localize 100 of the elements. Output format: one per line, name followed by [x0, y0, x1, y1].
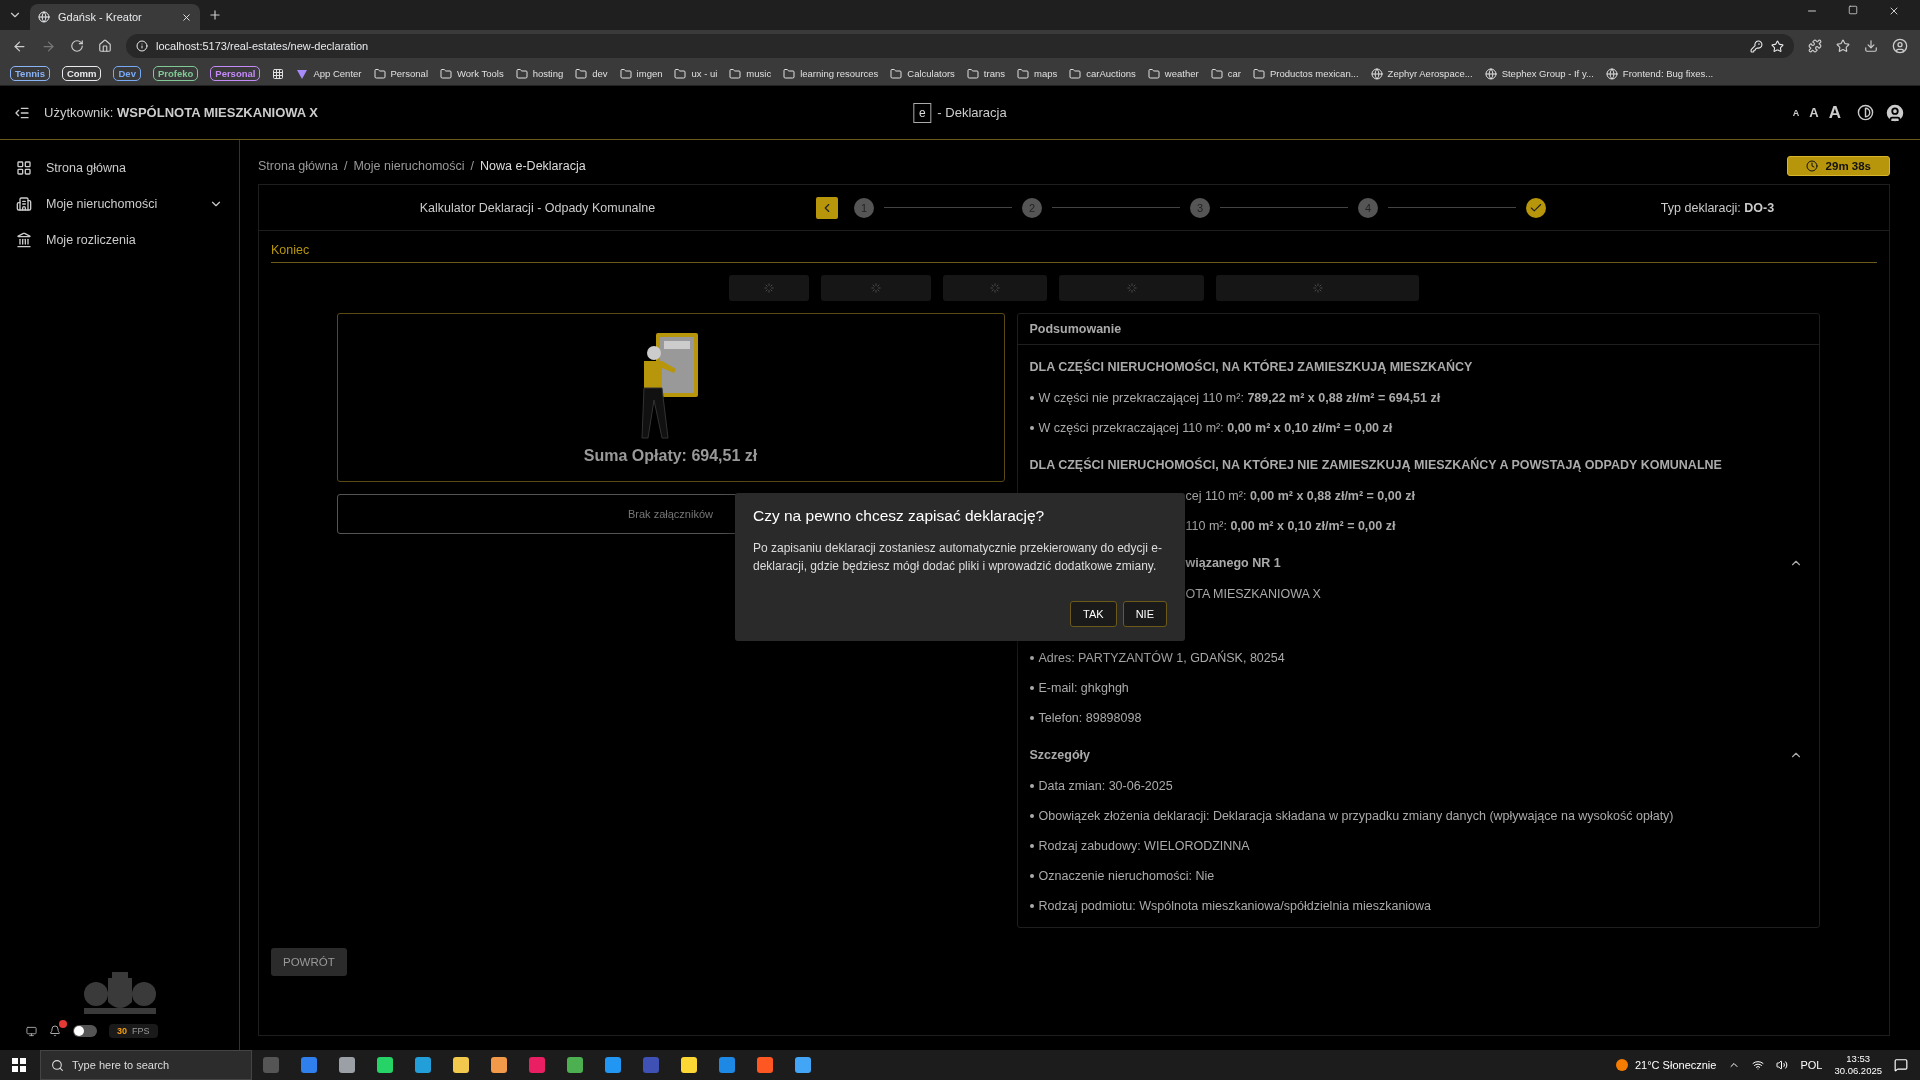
bookmark-link[interactable]: imgen — [636, 68, 663, 79]
taskbar-search-field[interactable]: Type here to search — [40, 1050, 252, 1080]
bookmark-link[interactable]: maps — [1034, 68, 1058, 79]
bullet-icon — [1029, 396, 1034, 400]
previous-step-button[interactable] — [816, 196, 838, 219]
tab-group-chip[interactable]: Comm — [61, 66, 102, 81]
user-avatar-icon[interactable] — [1884, 101, 1906, 124]
bookmark-link[interactable]: Stephex Group - If y... — [1501, 68, 1594, 79]
sidebar-label: Moje nieruchomości — [46, 197, 159, 211]
reload-icon[interactable] — [70, 39, 84, 53]
app-tile-icon[interactable] — [529, 1057, 545, 1073]
bookmark-link[interactable]: Zephyr Aerospace... — [1387, 68, 1473, 79]
language-indicator[interactable]: POL — [1800, 1059, 1823, 1071]
bookmark-link[interactable]: carAuctions — [1086, 68, 1136, 79]
contrast-icon[interactable] — [1857, 104, 1874, 121]
screen-icon[interactable] — [26, 1025, 37, 1037]
summary-line: Data zmian: 30-06-2025 — [1038, 779, 1173, 793]
dialog-button[interactable]: TAK — [1070, 601, 1117, 627]
tab-group-chip[interactable]: Personal — [210, 66, 261, 81]
dialog-button[interactable]: NIE — [1122, 601, 1167, 627]
bookmark-link[interactable]: Calculators — [907, 68, 955, 79]
key-icon[interactable] — [1750, 39, 1763, 53]
volume-icon[interactable] — [1776, 1059, 1789, 1071]
app-tile-icon[interactable] — [681, 1057, 697, 1073]
app-tile-icon[interactable] — [301, 1057, 317, 1073]
star-icon[interactable] — [1771, 39, 1784, 53]
folder-icon — [515, 67, 528, 80]
folder-icon — [575, 67, 588, 80]
breadcrumb-link[interactable]: Moje nieruchomości — [353, 159, 465, 173]
extensions-icon[interactable] — [1808, 39, 1822, 53]
bullet-icon — [1029, 844, 1034, 848]
section-heading: wiązanego NR 1 — [1185, 556, 1281, 570]
download-icon[interactable] — [1864, 39, 1878, 53]
sidebar-item[interactable]: Moje rozliczenia — [0, 222, 239, 258]
notifications-icon[interactable] — [1894, 1058, 1908, 1072]
font-size-button[interactable]: A — [1809, 105, 1819, 120]
bookmark-link[interactable]: Productos mexican... — [1269, 68, 1359, 79]
close-icon[interactable] — [1888, 5, 1900, 17]
bell-icon[interactable] — [49, 1025, 61, 1037]
app-tile-icon[interactable] — [605, 1057, 621, 1073]
star-icon[interactable] — [1836, 39, 1850, 53]
bookmark-link[interactable]: music — [746, 68, 772, 79]
bookmark-link[interactable]: car — [1227, 68, 1241, 79]
tab-group-chip[interactable]: Dev — [113, 66, 141, 81]
building-icon — [16, 196, 32, 212]
summary-line: Oznaczenie nieruchomości: Nie — [1038, 869, 1215, 883]
bookmark-link[interactable]: hosting — [532, 68, 564, 79]
close-icon[interactable] — [181, 11, 192, 23]
back-button[interactable]: POWRÓT — [271, 948, 347, 976]
section-heading: Szczegóły — [1029, 748, 1090, 762]
app-tile-icon[interactable] — [491, 1057, 507, 1073]
back-icon[interactable] — [12, 38, 27, 54]
app-tile-icon[interactable] — [263, 1057, 279, 1073]
folder-icon — [1147, 67, 1160, 80]
home-icon[interactable] — [98, 39, 112, 53]
bookmark-link[interactable]: Work Tools — [457, 68, 504, 79]
bookmark-link[interactable]: dev — [592, 68, 608, 79]
wifi-icon[interactable] — [1752, 1059, 1765, 1071]
bookmark-link[interactable]: ux - ui — [691, 68, 718, 79]
app-tile-icon[interactable] — [567, 1057, 583, 1073]
weather-text[interactable]: 21°C Słonecznie — [1615, 1058, 1717, 1072]
toggle-switch[interactable] — [73, 1025, 97, 1037]
app-tile-icon[interactable] — [795, 1057, 811, 1073]
app-tile-icon[interactable] — [415, 1057, 431, 1073]
logo-mark: e — [913, 102, 932, 123]
calculator-title: Kalkulator Deklaracji - Odpady Komunalne — [418, 200, 657, 215]
font-size-button[interactable]: A — [1828, 102, 1841, 123]
profile-icon[interactable] — [1892, 38, 1908, 54]
globe-icon — [38, 11, 50, 23]
bookmark-link[interactable]: trans — [983, 68, 1005, 79]
breadcrumb-link[interactable]: Strona główna — [258, 159, 338, 173]
forward-icon[interactable] — [41, 38, 56, 54]
font-size-button[interactable]: A — [1792, 107, 1800, 118]
apps-icon[interactable] — [272, 67, 285, 80]
bookmark-link[interactable]: Frontend: Bug fixes... — [1622, 68, 1714, 79]
tab-group-chip[interactable]: Profeko — [152, 66, 199, 81]
app-tile-icon[interactable] — [719, 1057, 735, 1073]
browser-tab[interactable]: Gdańsk - Kreator — [30, 4, 200, 30]
sidebar-item[interactable]: Strona główna — [0, 150, 239, 186]
taskbar-clock[interactable]: 13:53 30.06.2025 — [1834, 1053, 1882, 1077]
bullet-icon — [1029, 874, 1034, 878]
sidebar-item[interactable]: Moje nieruchomości — [0, 186, 239, 222]
new-tab-icon[interactable] — [208, 8, 222, 22]
app-tile-icon[interactable] — [339, 1057, 355, 1073]
bookmark-link[interactable]: App Center — [313, 68, 362, 79]
globe-icon — [1370, 67, 1383, 80]
bookmark-link[interactable]: learning resources — [800, 68, 879, 79]
tab-group-chip[interactable]: Tennis — [10, 66, 50, 81]
address-bar[interactable]: localhost:5173/real-estates/new-declaration — [126, 34, 1794, 58]
windows-icon[interactable] — [12, 1058, 26, 1072]
bookmark-link[interactable]: weather — [1164, 68, 1199, 79]
app-tile-icon[interactable] — [377, 1057, 393, 1073]
app-tile-icon[interactable] — [643, 1057, 659, 1073]
bookmark-link[interactable]: Personal — [390, 68, 428, 79]
breadcrumb-link[interactable]: Nowa e-Deklaracja — [480, 159, 586, 173]
folder-icon — [1252, 67, 1265, 80]
app-tile-icon[interactable] — [453, 1057, 469, 1073]
maximize-icon[interactable] — [1848, 5, 1858, 15]
app-tile-icon[interactable] — [757, 1057, 773, 1073]
session-timer: 29m 38s — [1786, 156, 1890, 176]
